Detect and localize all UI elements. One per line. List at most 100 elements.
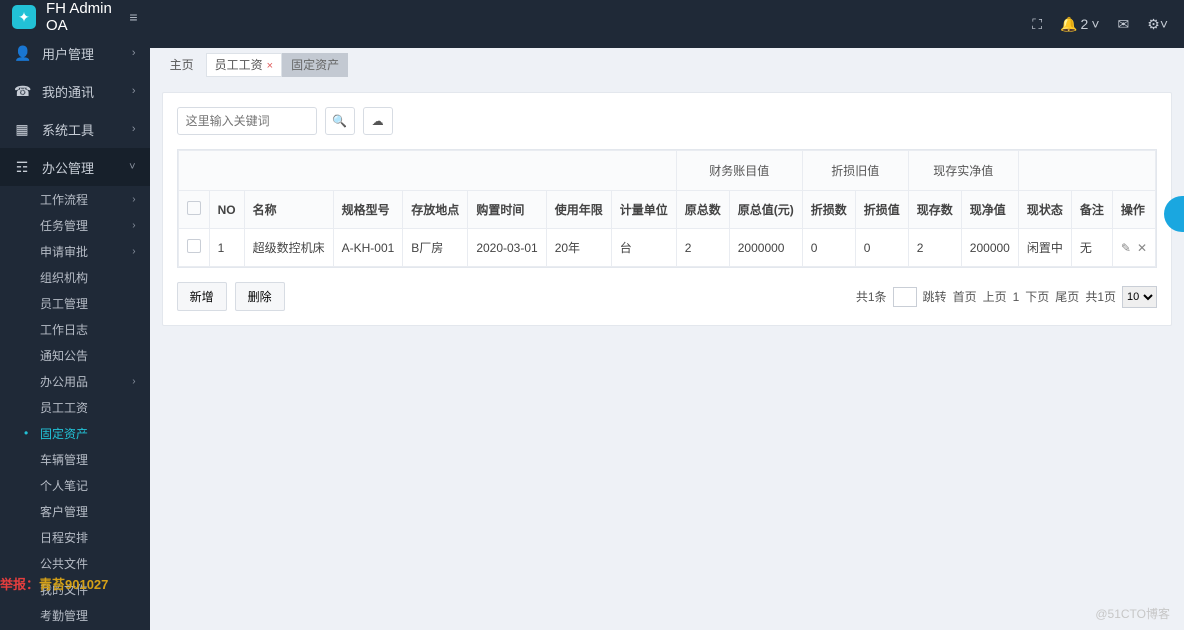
next-page[interactable]: 下页 — [1025, 288, 1049, 305]
tab-label: 员工工资 — [215, 58, 263, 72]
checkbox-all[interactable] — [187, 201, 201, 215]
chevron-right-icon: › — [132, 194, 135, 205]
delete-icon[interactable]: ✕ — [1137, 241, 1147, 255]
topbar: ⛶ 🔔2˅ ✉ ⚙˅ — [150, 0, 1184, 48]
cell-7: 2 — [676, 229, 729, 267]
cell-4: 2020-03-01 — [468, 229, 546, 267]
col-5: 使用年限 — [546, 191, 611, 229]
sub-item-label: 客户管理 — [40, 503, 88, 520]
sub-item-8[interactable]: 员工工资 — [0, 394, 150, 420]
edit-icon[interactable]: ✎ — [1121, 241, 1131, 255]
cell-8: 2000000 — [729, 229, 802, 267]
sub-item-3[interactable]: 组织机构 — [0, 264, 150, 290]
col-12: 现净值 — [961, 191, 1018, 229]
chevron-right-icon: › — [132, 123, 136, 135]
sub-item-label: 组织机构 — [40, 269, 88, 286]
prev-page[interactable]: 上页 — [983, 288, 1007, 305]
col-0: NO — [209, 191, 244, 229]
cell-3: B厂房 — [403, 229, 468, 267]
checkbox-row[interactable] — [187, 239, 201, 253]
cell-2: A-KH-001 — [333, 229, 403, 267]
assets-table: 财务账目值折损旧值现存实净值 NO名称规格型号存放地点购置时间使用年限计量单位原… — [177, 149, 1157, 268]
notif-count: 2 — [1081, 16, 1089, 32]
sub-item-2[interactable]: 申请审批› — [0, 238, 150, 264]
col-9: 折损数 — [802, 191, 855, 229]
tab-0[interactable]: 员工工资 × — [206, 53, 282, 77]
sub-item-label: 车辆管理 — [40, 451, 88, 468]
col-6: 计量单位 — [611, 191, 676, 229]
sub-item-15[interactable]: 我的文件 — [0, 576, 150, 602]
sub-item-label: 员工管理 — [40, 295, 88, 312]
search-button[interactable]: 🔍 — [325, 107, 355, 135]
upload-button[interactable]: ☁ — [363, 107, 393, 135]
first-page[interactable]: 首页 — [953, 288, 977, 305]
notifications-icon[interactable]: 🔔2˅ — [1060, 16, 1099, 33]
sub-item-14[interactable]: 公共文件 — [0, 550, 150, 576]
sub-item-16[interactable]: 考勤管理 — [0, 602, 150, 628]
search-input[interactable] — [177, 107, 317, 135]
sub-item-10[interactable]: 车辆管理 — [0, 446, 150, 472]
cell-11: 2 — [908, 229, 961, 267]
collapse-sidebar-icon[interactable]: ≡ — [129, 9, 137, 25]
table-footer: 新增 删除 共1条 跳转 首页 上页 1 下页 尾页 共1页 10 — [177, 282, 1157, 311]
toolbar: 🔍 ☁ — [177, 107, 1157, 135]
sub-item-4[interactable]: 员工管理 — [0, 290, 150, 316]
sub-item-label: 通知公告 — [40, 347, 88, 364]
sub-item-label: 员工工资 — [40, 399, 88, 416]
menu-label: 系统工具 — [42, 120, 120, 139]
col-7: 原总数 — [676, 191, 729, 229]
group-header-2: 现存实净值 — [908, 151, 1018, 191]
sub-item-11[interactable]: 个人笔记 — [0, 472, 150, 498]
jump-link[interactable]: 跳转 — [923, 288, 947, 305]
cell-5: 20年 — [546, 229, 611, 267]
watermark: @51CTO博客 — [1095, 605, 1170, 622]
sidebar-header: ✦ FH Admin OA ≡ — [0, 0, 150, 34]
menu-label: 用户管理 — [42, 44, 120, 63]
menu-icon: ☎ — [14, 83, 30, 100]
sub-item-6[interactable]: 通知公告 — [0, 342, 150, 368]
add-button[interactable]: 新增 — [177, 282, 227, 311]
sub-item-label: 工作日志 — [40, 321, 88, 338]
sub-item-12[interactable]: 客户管理 — [0, 498, 150, 524]
sub-item-label: 考勤管理 — [40, 607, 88, 624]
chevron-right-icon: › — [132, 47, 136, 59]
sub-item-label: 日程安排 — [40, 529, 88, 546]
chevron-right-icon: › — [132, 85, 136, 97]
chevron-right-icon: › — [132, 220, 135, 231]
fullscreen-icon[interactable]: ⛶ — [1032, 16, 1042, 33]
sub-item-7[interactable]: 办公用品› — [0, 368, 150, 394]
sub-item-label: 我的文件 — [40, 581, 88, 598]
delete-button[interactable]: 删除 — [235, 282, 285, 311]
menu-label: 办公管理 — [42, 158, 117, 177]
menu-icon: ▦ — [14, 121, 30, 138]
sub-item-13[interactable]: 日程安排 — [0, 524, 150, 550]
menu-item-2[interactable]: ▦ 系统工具 › — [0, 110, 150, 148]
sub-item-1[interactable]: 任务管理 › — [0, 212, 150, 238]
tab-1[interactable]: 固定资产 — [282, 53, 348, 77]
close-icon[interactable]: × — [267, 60, 273, 72]
settings-icon[interactable]: ⚙˅ — [1147, 16, 1168, 33]
col-11: 现存数 — [908, 191, 961, 229]
sub-item-label: 任务管理 — [40, 217, 88, 234]
menu-label: 我的通讯 — [42, 82, 120, 101]
sub-item-5[interactable]: 工作日志 — [0, 316, 150, 342]
cell-0: 1 — [209, 229, 244, 267]
menu-item-0[interactable]: 👤用户管理› — [0, 34, 150, 72]
page-size-select[interactable]: 10 — [1122, 286, 1157, 308]
last-page[interactable]: 尾页 — [1055, 288, 1079, 305]
jump-page-input[interactable] — [893, 287, 917, 307]
menu-item-3[interactable]: ☶办公管理˅ — [0, 148, 150, 186]
panel: 🔍 ☁ 财务账目值折损旧值现存实净值 NO名称规格型号存放地点购置时间使用年限计… — [162, 92, 1172, 326]
breadcrumb-home[interactable]: 主页 — [162, 52, 202, 77]
content: 🔍 ☁ 财务账目值折损旧值现存实净值 NO名称规格型号存放地点购置时间使用年限计… — [150, 80, 1184, 630]
sub-item-label: 申请审批 — [40, 243, 88, 260]
sub-item-0[interactable]: 工作流程› — [0, 186, 150, 212]
col-15: 操作 — [1112, 191, 1155, 229]
mail-icon[interactable]: ✉ — [1118, 16, 1130, 33]
cell-9: 0 — [802, 229, 855, 267]
group-header-0: 财务账目值 — [676, 151, 802, 191]
sub-item-9[interactable]: 固定资产 — [0, 420, 150, 446]
menu-item-1[interactable]: ☎ 我的通讯 › — [0, 72, 150, 110]
cell-14: 无 — [1071, 229, 1112, 267]
sub-item-label: 个人笔记 — [40, 477, 88, 494]
